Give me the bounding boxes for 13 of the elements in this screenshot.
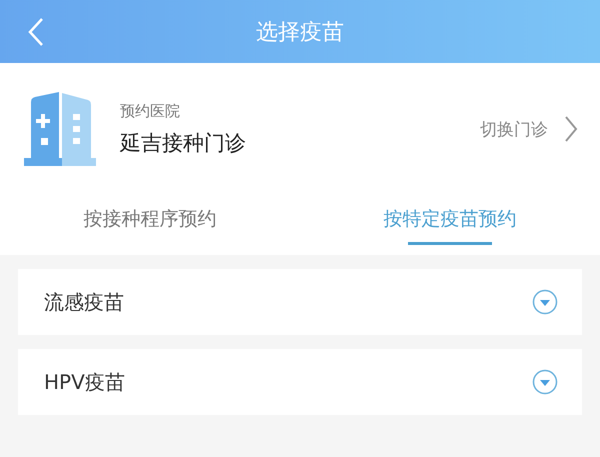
chevron-right-icon bbox=[564, 115, 578, 143]
back-icon bbox=[28, 17, 44, 47]
hospital-label: 预约医院 bbox=[120, 102, 181, 120]
vaccine-name: 流感疫苗 bbox=[44, 288, 124, 316]
vaccine-row[interactable]: HPV疫苗 bbox=[18, 349, 582, 415]
tab[interactable]: 按接种程序预约 bbox=[0, 189, 300, 255]
page-title: 选择疫苗 bbox=[256, 18, 344, 46]
tab[interactable]: 按特定疫苗预约 bbox=[300, 189, 600, 255]
vaccine-row[interactable]: 流感疫苗 bbox=[18, 269, 582, 335]
switch-clinic-button[interactable]: 切换门诊 bbox=[480, 115, 578, 143]
hospital-name: 延吉接种门诊 bbox=[120, 130, 247, 156]
hospital-building-icon bbox=[24, 92, 96, 166]
vaccine-name: HPV疫苗 bbox=[44, 368, 125, 396]
